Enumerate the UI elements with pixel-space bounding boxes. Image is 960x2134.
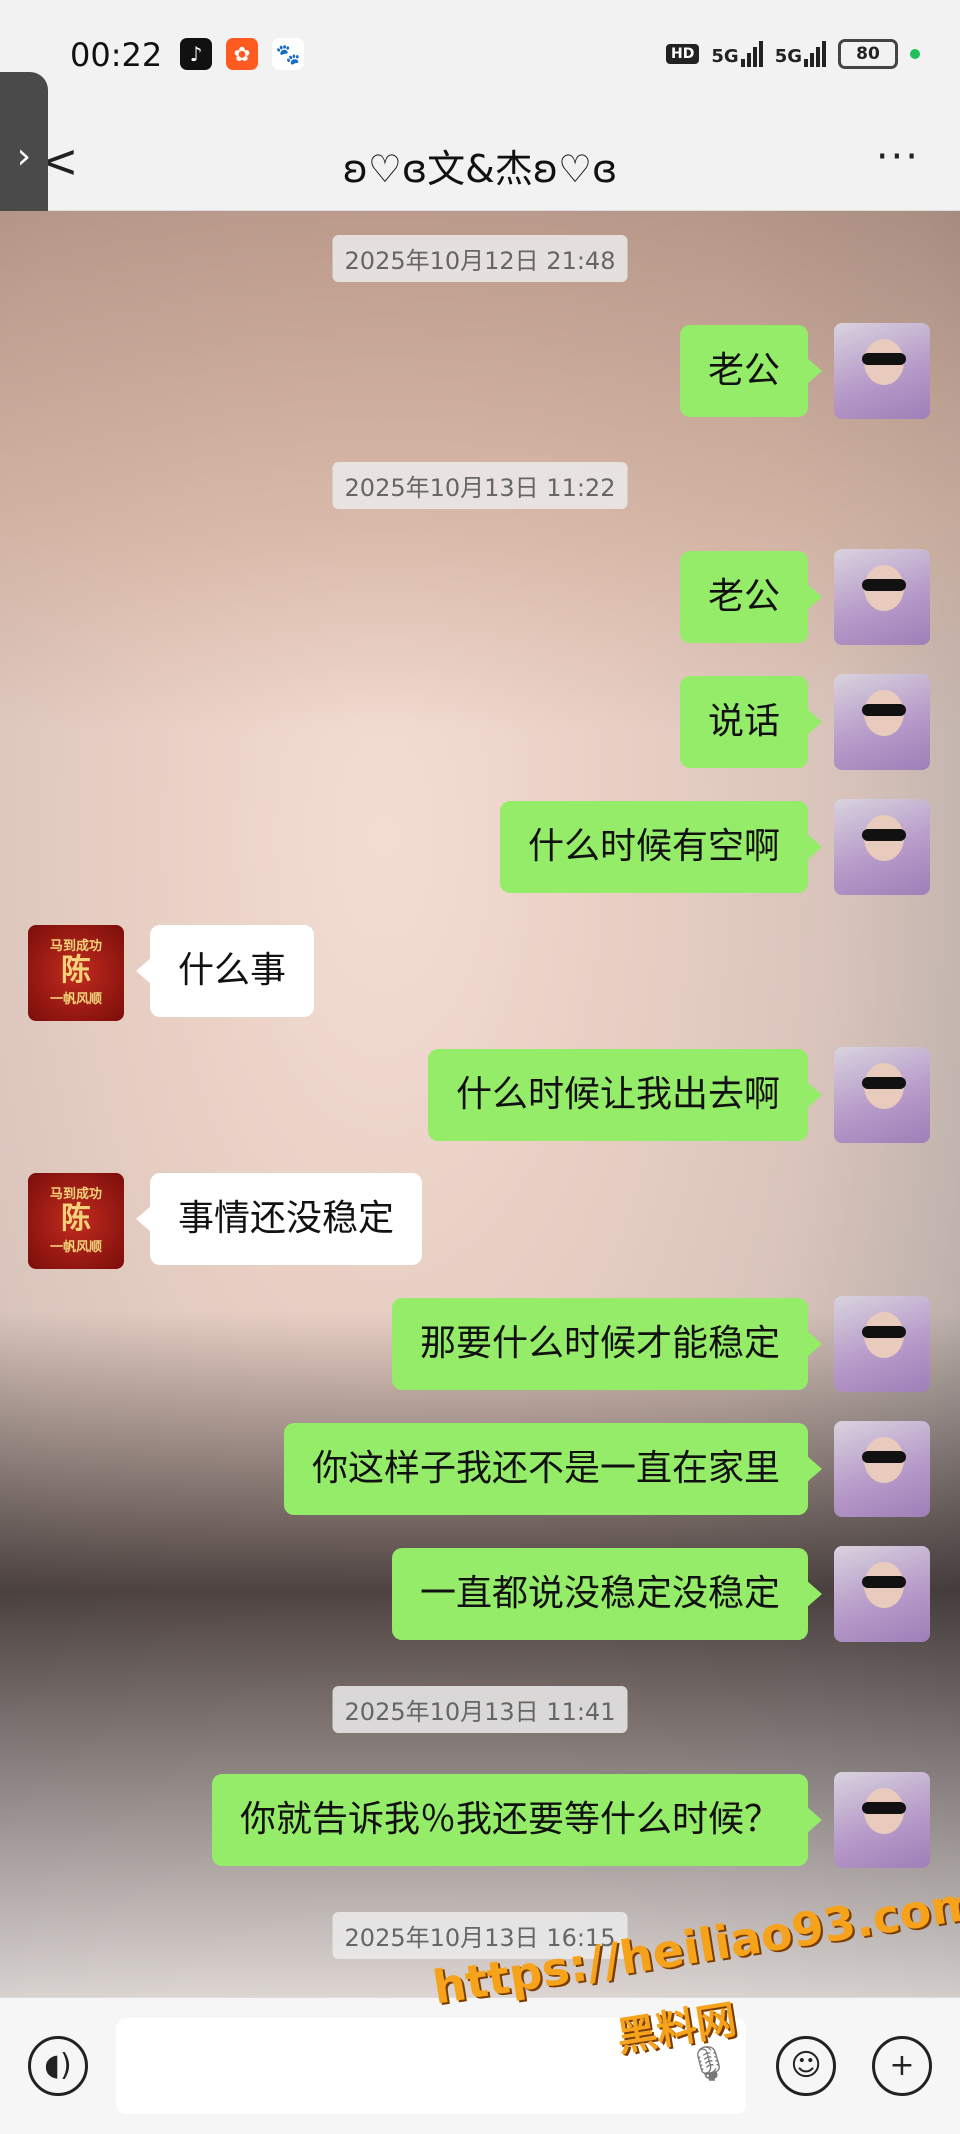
timestamp: 2025年10月13日 11:41 <box>332 1686 628 1733</box>
my-avatar[interactable] <box>834 1296 930 1392</box>
chat-header: < ʚ♡ɞ文&杰ʚ♡ɞ ··· <box>0 110 960 211</box>
chat-title: ʚ♡ɞ文&杰ʚ♡ɞ <box>342 147 618 191</box>
message-bubble-received[interactable]: 什么事 <box>135 925 315 1017</box>
my-avatar[interactable] <box>834 799 930 895</box>
my-avatar[interactable] <box>834 1421 930 1517</box>
my-avatar[interactable] <box>834 1047 930 1143</box>
status-indicators: HD 5G 5G 80 <box>666 36 920 72</box>
battery-icon: 80 <box>838 39 898 69</box>
message-bubble-sent[interactable]: 那要什么时候才能稳定 <box>391 1298 823 1390</box>
voice-icon[interactable]: ◖) <box>28 2036 88 2096</box>
hd-badge: HD <box>666 44 700 64</box>
message-bubble-sent[interactable]: 你这样子我还不是一直在家里 <box>283 1423 823 1515</box>
my-avatar[interactable] <box>834 674 930 770</box>
status-dot <box>910 49 920 59</box>
message-bubble-sent[interactable]: 老公 <box>679 325 823 417</box>
status-bar: 00:22 ♪ ✿ 🐾 HD 5G 5G 80 <box>0 0 960 110</box>
background-image <box>0 1311 960 1997</box>
contact-avatar[interactable]: 马到成功 陈 一帆风顺 <box>28 1173 124 1269</box>
chat-area[interactable]: 2025年10月12日 21:48 老公 2025年10月13日 11:22 老… <box>0 211 960 1997</box>
app-icon: ✿ <box>226 38 258 70</box>
contact-avatar[interactable]: 马到成功 陈 一帆风顺 <box>28 925 124 1021</box>
my-avatar[interactable] <box>834 549 930 645</box>
message-bubble-sent[interactable]: 说话 <box>679 676 823 768</box>
status-time: 00:22 <box>70 36 163 74</box>
my-avatar[interactable] <box>834 1772 930 1868</box>
plus-icon[interactable]: + <box>872 2036 932 2096</box>
my-avatar[interactable] <box>834 323 930 419</box>
timestamp: 2025年10月12日 21:48 <box>332 235 628 282</box>
emoji-icon[interactable]: ☺ <box>776 2036 836 2096</box>
message-bubble-sent[interactable]: 老公 <box>679 551 823 643</box>
message-bubble-received[interactable]: 事情还没稳定 <box>135 1173 423 1265</box>
baidu-icon: 🐾 <box>272 38 304 70</box>
tiktok-icon: ♪ <box>180 38 212 70</box>
more-button[interactable]: ··· <box>876 134 920 180</box>
timestamp: 2025年10月13日 11:22 <box>332 462 628 509</box>
signal-icon: 5G <box>711 41 763 67</box>
message-bubble-sent[interactable]: 一直都说没稳定没稳定 <box>391 1548 823 1640</box>
my-avatar[interactable] <box>834 1546 930 1642</box>
message-bubble-sent[interactable]: 什么时候让我出去啊 <box>427 1049 823 1141</box>
signal-icon: 5G <box>775 41 826 67</box>
message-bubble-sent[interactable]: 你就告诉我％我还要等什么时候？ <box>211 1774 823 1866</box>
input-bar: ◖) 🎙 ☺ + <box>0 1997 960 2134</box>
message-bubble-sent[interactable]: 什么时候有空啊 <box>499 801 823 893</box>
